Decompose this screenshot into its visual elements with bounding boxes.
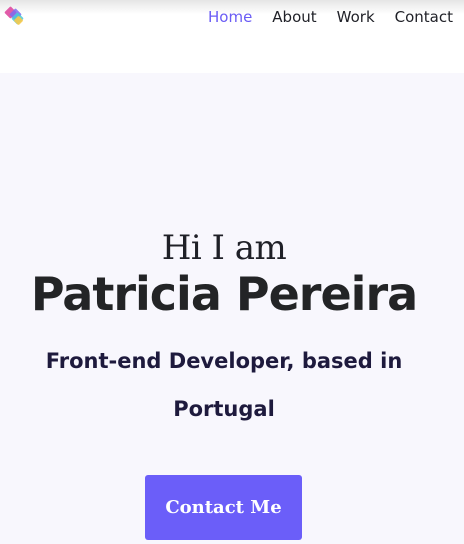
nav-link-work[interactable]: Work (317, 8, 375, 26)
contact-me-button[interactable]: Contact Me (145, 475, 302, 540)
diamond-logo-icon[interactable] (2, 4, 28, 28)
hero-name: Patricia Pereira (30, 267, 418, 321)
site-header: Home About Work Contact (0, 0, 464, 73)
nav-link-about[interactable]: About (252, 8, 316, 26)
nav-link-home[interactable]: Home (188, 8, 252, 26)
hero-tagline: Front-end Developer, based in Portugal (45, 349, 403, 421)
main-nav: Home About Work Contact (188, 8, 453, 26)
hero-greeting: Hi I am (161, 228, 287, 268)
nav-link-contact[interactable]: Contact (375, 8, 453, 26)
